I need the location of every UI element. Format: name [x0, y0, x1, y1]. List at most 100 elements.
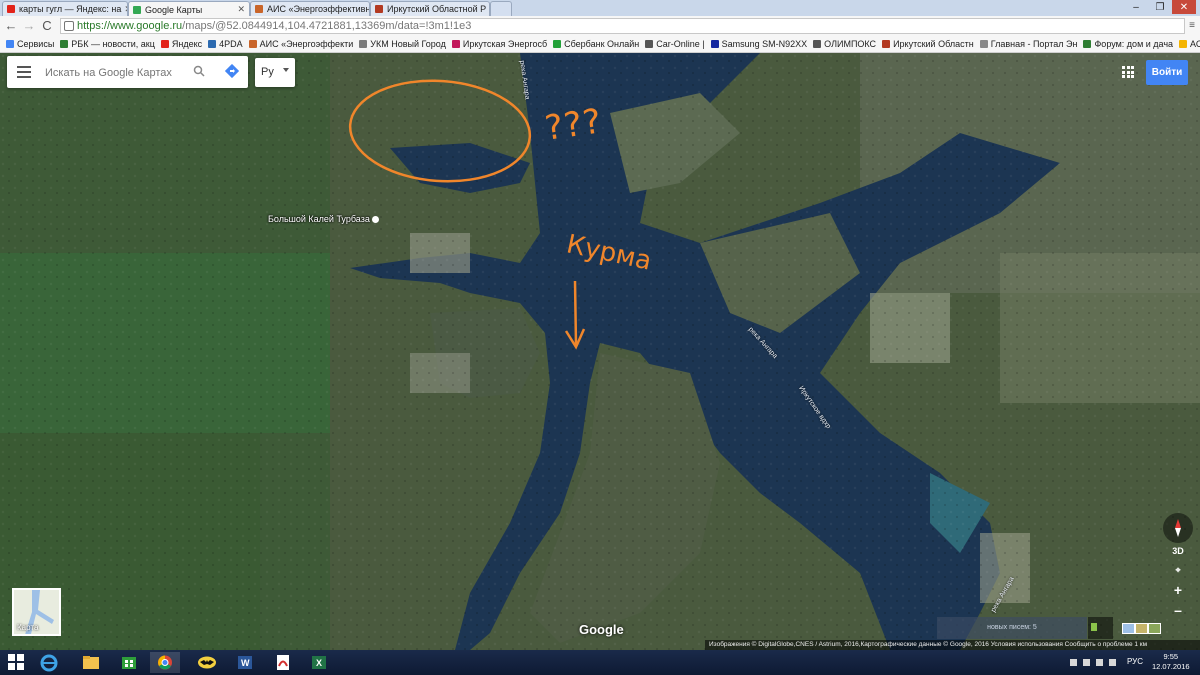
apps-grid-icon[interactable]	[1122, 66, 1134, 78]
tilt-3d-button[interactable]: 3D	[1168, 541, 1188, 561]
satellite-imagery[interactable]	[0, 53, 1200, 650]
bookmark-label: Samsung SM-N92XX	[721, 39, 808, 49]
bookmark-favicon-icon	[248, 40, 257, 48]
bookmark-favicon-icon	[1179, 40, 1188, 48]
forward-button[interactable]: →	[20, 18, 38, 34]
bookmark-label: АИС «Энергоэффекти	[259, 39, 354, 49]
annotation-arrow-shaft	[573, 280, 578, 346]
tab-google-maps[interactable]: Google Карты ✕	[128, 1, 250, 17]
my-location-button[interactable]: ⌖	[1168, 560, 1188, 580]
bookmark-item[interactable]: АИС «Энергоэффекти	[248, 39, 354, 49]
zoom-out-button[interactable]: –	[1168, 600, 1188, 620]
excel-icon[interactable]: X	[304, 652, 334, 673]
bookmark-label: Сервисы	[17, 39, 55, 49]
bookmark-favicon-icon	[451, 40, 460, 48]
address-bar[interactable]: https://www.google.ru/maps/@52.0844914,1…	[60, 18, 1185, 34]
google-maps-favicon-icon	[133, 5, 141, 14]
reload-button[interactable]: C	[38, 18, 56, 34]
minimize-button[interactable]: –	[1124, 0, 1148, 14]
bookmark-item[interactable]: ОЛИМПОКС	[813, 39, 876, 49]
tab-label: карты гугл — Яндекс: на	[19, 4, 122, 14]
bookmark-item[interactable]: Иркутский Областн	[882, 39, 974, 49]
bookmark-favicon-icon	[60, 40, 69, 48]
network-icon[interactable]	[1070, 659, 1077, 666]
bookmark-label: Иркутская Энергосб	[462, 39, 548, 49]
file-explorer-icon[interactable]	[76, 652, 106, 673]
bookmark-item[interactable]: 4PDA	[208, 39, 243, 49]
map-type-thumbnail[interactable]: Карта	[12, 588, 61, 636]
bookmark-label: Главная - Портал Эн	[990, 39, 1078, 49]
zoom-in-button[interactable]: +	[1168, 580, 1188, 600]
flag-icon[interactable]	[1083, 659, 1090, 666]
clock-time: 9:55	[1163, 652, 1179, 661]
bookmark-item[interactable]: РБК — новости, акц	[60, 39, 155, 49]
tab-irkutsk[interactable]: Иркутский Областной Р ✕	[370, 1, 490, 16]
bookmark-favicon-icon	[1083, 40, 1092, 48]
bookmark-item[interactable]: Главная - Портал Эн	[979, 39, 1078, 49]
bookmark-favicon-icon	[710, 40, 719, 48]
tab-close-icon[interactable]: ✕	[234, 4, 245, 15]
chrome-icon[interactable]	[150, 652, 180, 673]
yandex-favicon-icon	[7, 5, 15, 13]
lock-icon	[64, 21, 74, 31]
tab-yandex-search[interactable]: карты гугл — Яндекс: на ✕	[2, 1, 128, 16]
bookmark-label: Иркутский Областн	[893, 39, 974, 49]
volume-icon[interactable]	[1109, 659, 1116, 666]
directions-icon[interactable]	[225, 64, 239, 78]
acrobat-icon[interactable]	[268, 652, 298, 673]
chevron-down-icon	[283, 68, 289, 72]
svg-text:W: W	[241, 658, 250, 668]
tab-close-icon[interactable]: ✕	[121, 4, 127, 15]
signin-button[interactable]: Войти	[1146, 60, 1188, 85]
compass-icon	[1175, 519, 1181, 537]
hamburger-menu-icon[interactable]	[17, 66, 31, 78]
input-language[interactable]: РУС	[1127, 657, 1143, 666]
satellite-map[interactable]	[0, 53, 1200, 650]
tab-strip: карты гугл — Яндекс: на ✕ Google Карты ✕…	[0, 0, 1200, 17]
bookmark-favicon-icon	[645, 40, 654, 48]
irkutsk-favicon-icon	[375, 5, 383, 13]
bookmark-favicon-icon	[359, 40, 368, 48]
bookmark-item[interactable]: Иркутская Энергосб	[451, 39, 548, 49]
start-button[interactable]	[8, 654, 24, 670]
clock[interactable]: 9:55 12.07.2016	[1152, 652, 1190, 672]
bookmark-item[interactable]: Форум: дом и дача	[1083, 39, 1173, 49]
bookmark-item[interactable]: Samsung SM-N92XX	[710, 39, 808, 49]
bookmark-label: Яндекс	[171, 39, 203, 49]
mail-notification[interactable]: новых писем: 5	[937, 617, 1087, 639]
close-window-button[interactable]: ✕	[1172, 0, 1196, 14]
url-path: /maps/@52.0844914,104.4721881,13369m/dat…	[182, 20, 472, 32]
bookmark-label: 4PDA	[219, 39, 243, 49]
tray-thumbnail[interactable]	[1122, 623, 1135, 634]
language-select[interactable]: Ру	[255, 58, 295, 87]
attribution-bar[interactable]: Изображения © DigitalGlobe,CNES / Astriu…	[705, 640, 1200, 650]
tray-thumbnail[interactable]	[1148, 623, 1161, 634]
bookmark-item[interactable]: АСУ "Экология"	[1179, 39, 1200, 49]
bookmark-item[interactable]: Яндекс	[160, 39, 203, 49]
place-marker-icon[interactable]	[371, 216, 379, 224]
tab-label: Иркутский Областной Р	[387, 4, 487, 14]
store-icon[interactable]	[114, 652, 144, 673]
url-prefix: https://www.google.ru	[77, 20, 183, 32]
bookmark-item[interactable]: УКМ Новый Город	[359, 39, 446, 49]
compass-control[interactable]	[1163, 513, 1193, 543]
pegman-control[interactable]	[1088, 617, 1113, 639]
battery-icon[interactable]	[1096, 659, 1103, 666]
bookmark-label: Сбербанк Онлайн	[564, 39, 640, 49]
back-button[interactable]: ←	[2, 18, 20, 34]
bookmark-item[interactable]: Car-Online |	[645, 39, 705, 49]
bookmark-item[interactable]: Сервисы	[6, 39, 54, 49]
new-tab-button[interactable]	[490, 1, 512, 16]
restore-button[interactable]: ❐	[1148, 0, 1172, 14]
place-label[interactable]: Большой Калей Турбаза	[268, 214, 379, 224]
tab-ais[interactable]: АИС «Энергоэффективн ✕	[250, 1, 370, 16]
tray-thumbnail[interactable]	[1135, 623, 1148, 634]
internet-explorer-icon[interactable]	[34, 652, 64, 673]
svg-text:X: X	[316, 658, 322, 668]
word-icon[interactable]: W	[230, 652, 260, 673]
search-icon[interactable]	[193, 65, 205, 77]
menu-icon[interactable]: ≡	[1186, 18, 1198, 34]
bookmark-item[interactable]: Сбербанк Онлайн	[553, 39, 639, 49]
batman-icon[interactable]	[192, 652, 222, 673]
maps-search-input[interactable]	[43, 64, 187, 82]
